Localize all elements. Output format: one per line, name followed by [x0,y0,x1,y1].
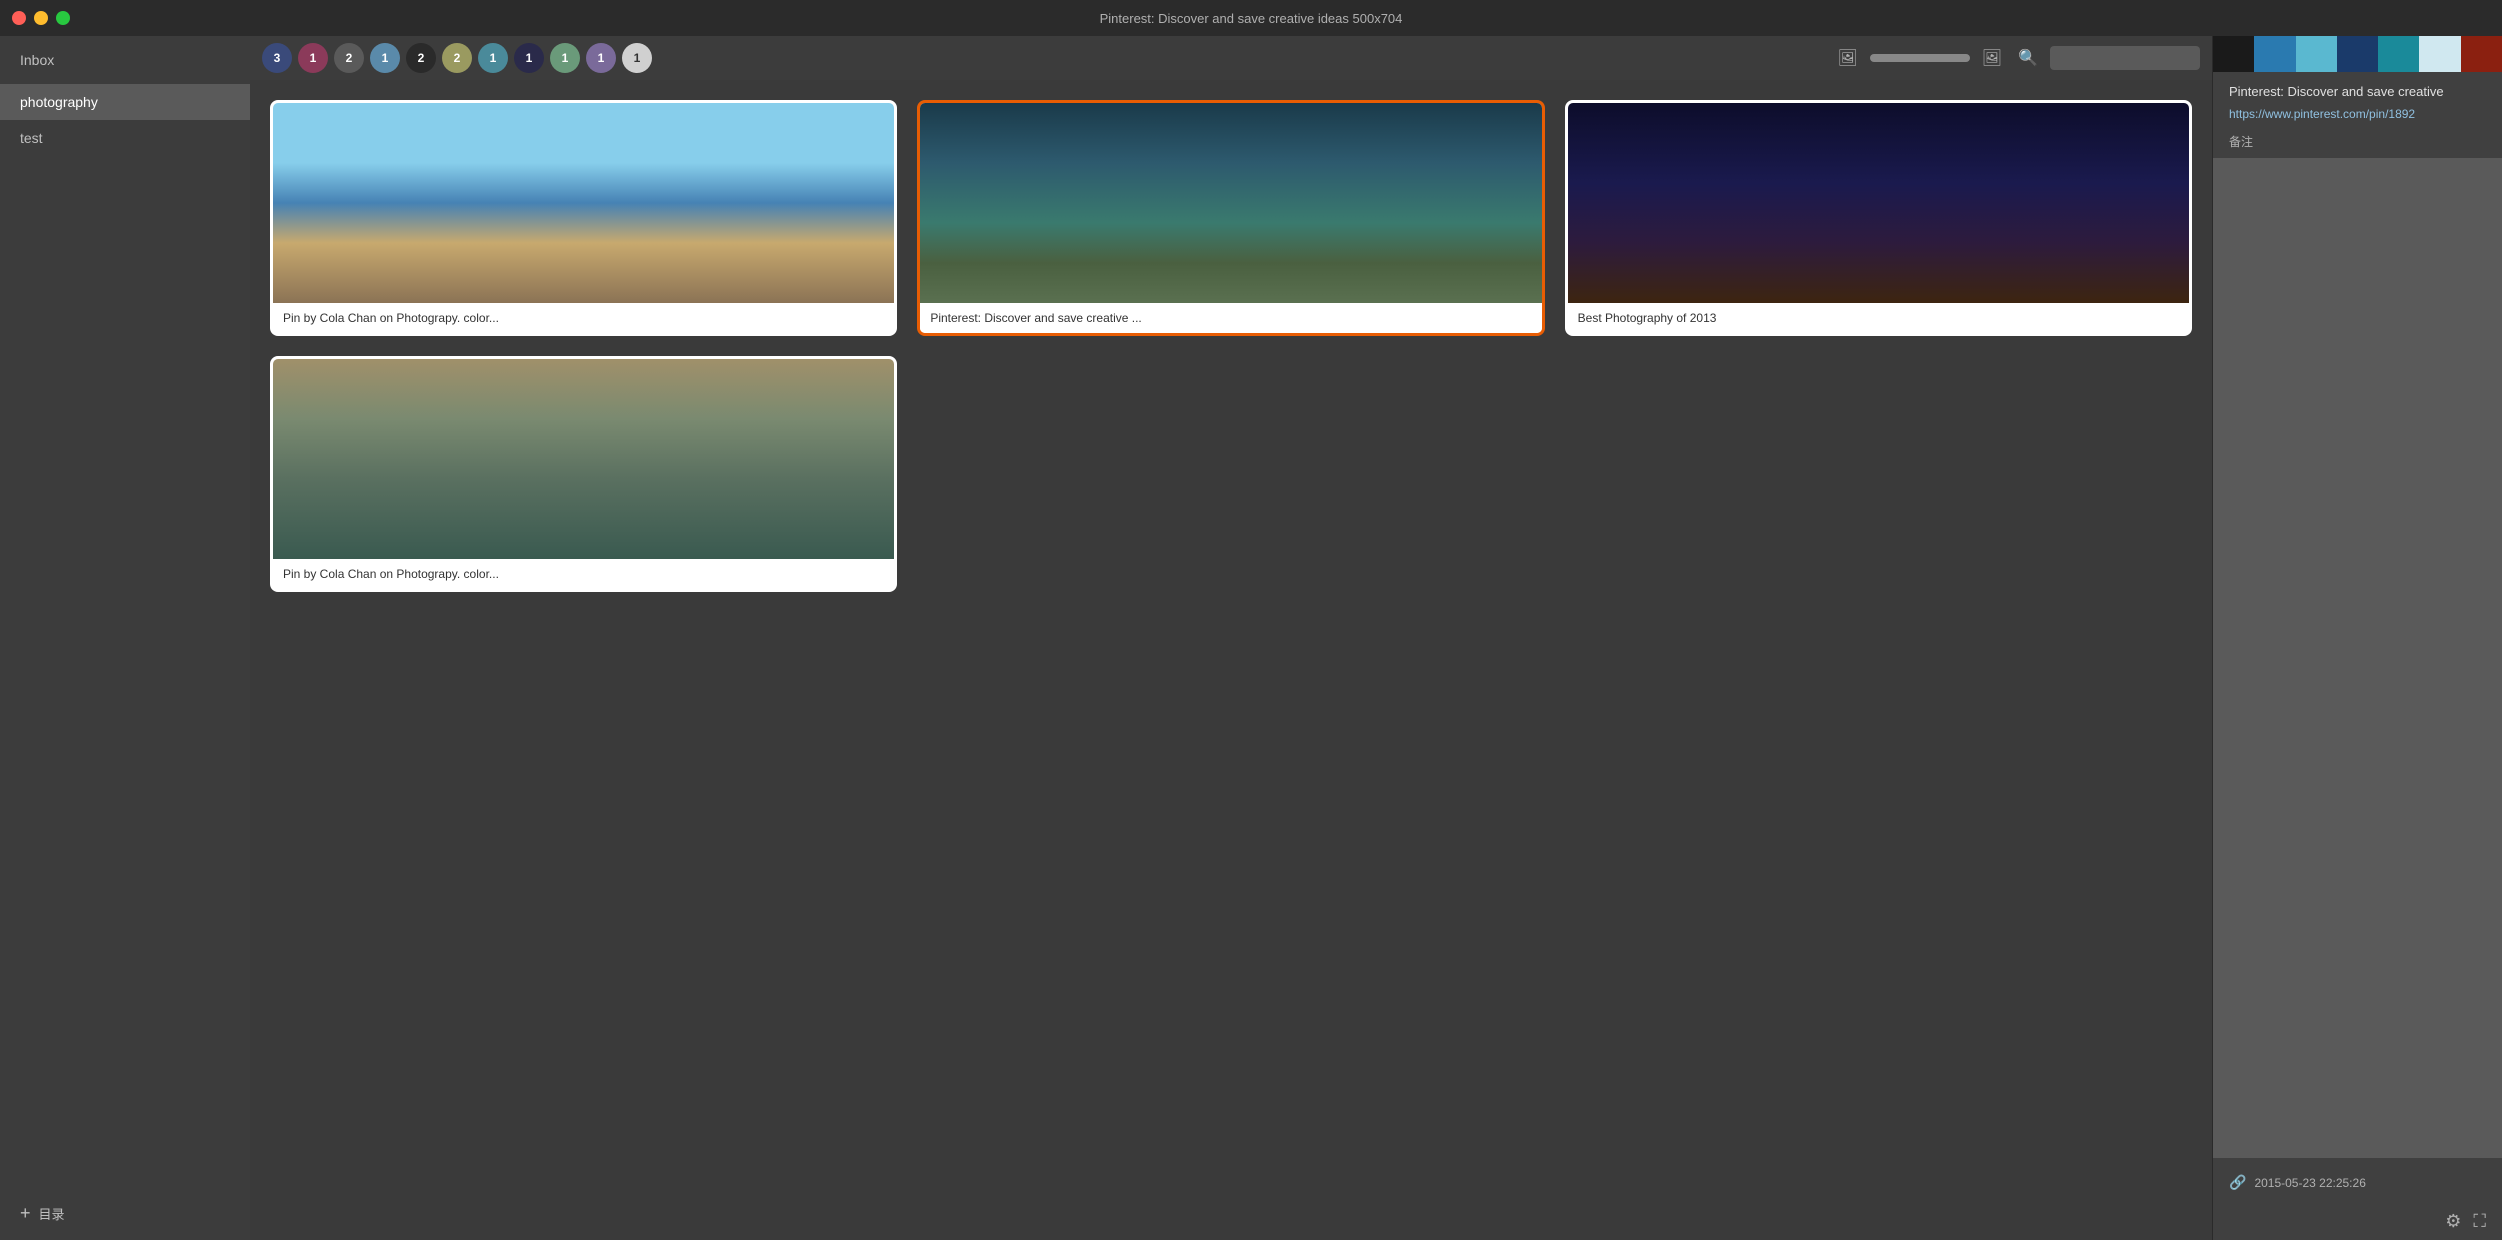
tab-1[interactable]: 1 [298,43,328,73]
card-1-label: Pin by Cola Chan on Photograpy. color... [273,303,894,333]
card-2-image [920,103,1541,303]
fullscreen-button[interactable] [56,11,70,25]
close-button[interactable] [12,11,26,25]
card-1-image [273,103,894,303]
panel-footer-icons: ⚙ ⛶ [2213,1203,2502,1240]
right-panel: Pinterest: Discover and save creative ht… [2212,36,2502,1240]
link-icon: 🔗 [2229,1174,2246,1191]
card-grid: Pin by Cola Chan on Photograpy. color...… [250,80,2212,1240]
swatch-0[interactable] [2213,36,2254,72]
panel-notes-area[interactable] [2213,158,2502,1158]
card-3-label: Best Photography of 2013 [1568,303,2189,333]
fullscreen-icon-button[interactable]: ⛶ [2473,1211,2486,1232]
card-4-label: Pin by Cola Chan on Photograpy. color... [273,559,894,589]
panel-footer: 🔗 2015-05-23 22:25:26 [2213,1162,2502,1203]
add-directory-icon: + [20,1203,31,1224]
toolbar-right: 🖼 🖼 🔍 [1833,44,2200,72]
window-title: Pinterest: Discover and save creative id… [1100,11,1403,26]
tab-10[interactable]: 1 [622,43,652,73]
tab-7[interactable]: 1 [514,43,544,73]
sidebar-item-test[interactable]: test [0,120,250,156]
tab-2[interactable]: 2 [334,43,364,73]
tab-3[interactable]: 1 [370,43,400,73]
tab-4[interactable]: 2 [406,43,436,73]
tab-5[interactable]: 2 [442,43,472,73]
search-input[interactable] [2050,46,2200,70]
card-2[interactable]: Pinterest: Discover and save creative ..… [917,100,1544,336]
sidebar-item-photography[interactable]: photography [0,84,250,120]
search-icon[interactable]: 🔍 [2014,44,2042,72]
card-3-image [1568,103,2189,303]
titlebar: Pinterest: Discover and save creative id… [0,0,2502,36]
tab-9[interactable]: 1 [586,43,616,73]
card-4[interactable]: Pin by Cola Chan on Photograpy. color... [270,356,897,592]
panel-url[interactable]: https://www.pinterest.com/pin/1892 [2213,103,2502,129]
card-2-label: Pinterest: Discover and save creative ..… [920,303,1541,333]
progress-bar [1870,54,1970,62]
color-swatches [2213,36,2502,72]
sidebar-footer-add[interactable]: + 目录 [0,1187,250,1240]
swatch-5[interactable] [2419,36,2460,72]
sidebar: Inbox photography test + 目录 [0,36,250,1240]
settings-icon-button[interactable]: ⚙ [2445,1211,2461,1232]
main-content: 3 1 2 1 2 2 1 1 1 [250,36,2212,1240]
tab-0[interactable]: 3 [262,43,292,73]
panel-notes-label: 备注 [2213,129,2502,154]
swatch-2[interactable] [2296,36,2337,72]
window-controls[interactable] [12,11,70,25]
panel-timestamp: 2015-05-23 22:25:26 [2254,1176,2365,1190]
panel-title: Pinterest: Discover and save creative [2213,72,2502,103]
swatch-3[interactable] [2337,36,2378,72]
app-body: Inbox photography test + 目录 3 1 2 1 [0,36,2502,1240]
card-3[interactable]: Best Photography of 2013 [1565,100,2192,336]
card-1[interactable]: Pin by Cola Chan on Photograpy. color... [270,100,897,336]
minimize-button[interactable] [34,11,48,25]
tab-8[interactable]: 1 [550,43,580,73]
toolbar: 3 1 2 1 2 2 1 1 1 [250,36,2212,80]
card-4-image [273,359,894,559]
image-icon-left[interactable]: 🖼 [1833,44,1861,72]
swatch-1[interactable] [2254,36,2295,72]
swatch-4[interactable] [2378,36,2419,72]
swatch-6[interactable] [2461,36,2502,72]
sidebar-item-inbox[interactable]: Inbox [0,36,250,84]
add-directory-label: 目录 [39,1204,65,1223]
tab-6[interactable]: 1 [478,43,508,73]
image-icon-right[interactable]: 🖼 [1978,44,2006,72]
